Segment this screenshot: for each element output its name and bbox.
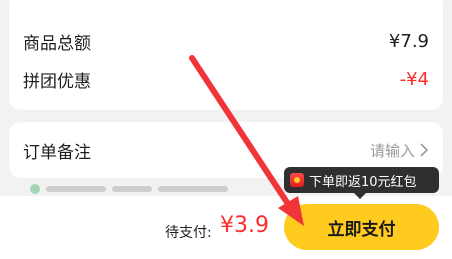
redpacket-icon — [290, 173, 304, 187]
obscured-text — [112, 186, 152, 192]
pay-now-button[interactable]: 立即支付 — [284, 204, 439, 250]
promo-tooltip: 下单即返10元红包 — [284, 167, 439, 199]
total-label: 商品总额 — [23, 33, 91, 54]
order-note-row[interactable]: 订单备注 请输入 — [23, 135, 429, 165]
group-discount-row: 拼团优惠 -¥4 — [23, 64, 429, 94]
order-note-input[interactable]: 请输入 — [370, 140, 429, 161]
obscured-text — [46, 186, 106, 192]
chevron-right-icon — [420, 143, 429, 157]
checkout-bar: 待支付: ¥3.9 立即支付 — [0, 196, 452, 259]
total-value: ¥7.9 — [388, 30, 429, 52]
order-note-placeholder: 请输入 — [369, 141, 415, 160]
obscured-text — [158, 186, 228, 192]
order-note-label: 订单备注 — [23, 142, 91, 163]
obscured-service-strip — [30, 184, 290, 194]
pay-amount: ¥3.9 — [220, 213, 269, 238]
pay-label: 待支付: — [165, 225, 212, 241]
group-discount-label: 拼团优惠 — [23, 71, 91, 92]
pay-now-button-label: 立即支付 — [327, 219, 396, 240]
total-row: 商品总额 ¥7.9 — [23, 26, 429, 56]
group-discount-value: -¥4 — [399, 68, 429, 90]
price-summary-card: 商品总额 ¥7.9 拼团优惠 -¥4 — [9, 0, 443, 110]
shield-icon — [30, 184, 40, 194]
promo-tooltip-text: 下单即返10元红包 — [309, 174, 417, 190]
